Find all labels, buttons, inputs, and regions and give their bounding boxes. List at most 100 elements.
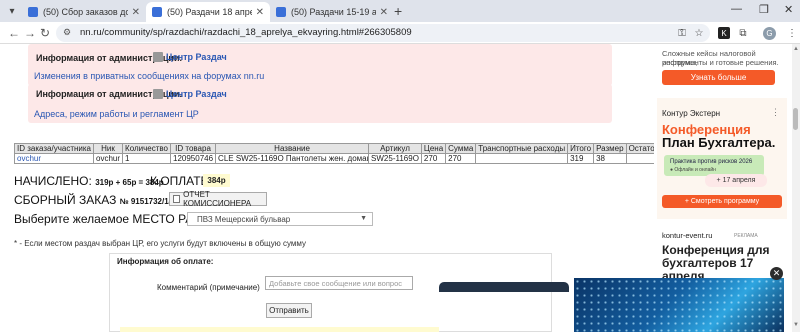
- table-row: ovchur ovchur 1 120950746 CLE SW25-1169О…: [13, 153, 654, 164]
- column-header: Ник: [93, 143, 124, 154]
- column-header: Сумма: [445, 143, 477, 154]
- tab-strip: ▾ (50) Сбор заказов до 15.05. Де ✕ (50) …: [0, 0, 800, 22]
- more-options-icon[interactable]: ⋮: [771, 107, 780, 118]
- tab-title: (50) Раздачи 18 апреля. ЭКВАЙ: [167, 7, 252, 17]
- back-arrow-icon[interactable]: ←: [8, 26, 20, 40]
- comment-placeholder: Добавьте свое сообщение или вопрос: [269, 278, 402, 288]
- pickup-selected-value: ПВЗ Мещерский бульвар: [197, 214, 291, 224]
- column-header: Остаток у Орга: [625, 143, 654, 154]
- order-label: СБОРНЫЙ ЗАКАЗ: [14, 193, 117, 207]
- pickup-select[interactable]: ПВЗ Мещерский бульвар ▼: [187, 212, 373, 226]
- key-icon[interactable]: ⚿: [676, 27, 688, 39]
- ad-theme-pill: Практика против рисков 2026 ● Офлайн и о…: [664, 155, 764, 176]
- column-header: Итого: [567, 143, 595, 154]
- video-frame: [574, 278, 784, 332]
- column-header: Название: [215, 143, 370, 154]
- forward-arrow-icon[interactable]: →: [24, 26, 36, 40]
- table-cell: 120950746: [169, 153, 217, 164]
- notice-message-link[interactable]: Адреса, режим работы и регламент ЦР: [34, 109, 199, 119]
- chevron-down-icon: ▼: [360, 215, 367, 222]
- window-close-icon[interactable]: ✕: [784, 3, 793, 16]
- order-id-link[interactable]: ovchur: [13, 153, 95, 164]
- tab-distributions-apr18[interactable]: (50) Раздачи 18 апреля. ЭКВАЙ ✕: [146, 2, 270, 22]
- close-icon[interactable]: ✕: [132, 7, 140, 18]
- table-cell: 1: [122, 153, 171, 164]
- address-bar[interactable]: ⚙ nn.ru/community/sp/razdachi/razdachi_1…: [56, 24, 710, 42]
- commissioner-report-button[interactable]: ОТЧЕТ КОМИССИОНЕРА: [169, 190, 267, 208]
- comment-input[interactable]: Добавьте свое сообщение или вопрос: [265, 276, 413, 290]
- admin-notice-1: Информация от администрации. Центр Разда…: [28, 44, 612, 86]
- document-icon: [173, 195, 181, 203]
- browser-toolbar: ← → ↻ ⚙ nn.ru/community/sp/razdachi/razd…: [0, 22, 800, 44]
- pickup-note: * - Если местом раздач выбран ЦР, его ус…: [14, 239, 306, 248]
- scroll-thumb[interactable]: [793, 108, 798, 130]
- scroll-up-icon[interactable]: ▲: [792, 46, 800, 52]
- dark-strip: [439, 282, 569, 292]
- column-header: Артикул: [368, 143, 422, 154]
- tab-title: (50) Раздачи 15-19 апреля. Ме: [291, 7, 376, 17]
- site-favicon-icon: [28, 7, 38, 17]
- extension-k-icon[interactable]: K: [718, 27, 730, 39]
- extensions-puzzle-icon[interactable]: ⧉: [737, 27, 749, 39]
- floating-video-ad[interactable]: [574, 278, 784, 332]
- column-header: Количество: [122, 143, 171, 154]
- column-header: ID товара: [169, 143, 217, 154]
- reload-icon[interactable]: ↻: [40, 26, 50, 40]
- table-header-row: ID заказа/участника Ник Количество ID то…: [13, 143, 654, 154]
- table-cell: 38: [593, 153, 627, 164]
- column-header: Транспортные расходы: [475, 143, 569, 154]
- tab-distributions-apr15-19[interactable]: (50) Раздачи 15-19 апреля. Ме ✕: [270, 2, 394, 22]
- profile-avatar[interactable]: G: [763, 27, 776, 40]
- ad-title-line-2: План Бухгалтера.: [662, 135, 776, 150]
- minimize-icon[interactable]: —: [731, 3, 742, 15]
- url-text: nn.ru/community/sp/razdachi/razdachi_18_…: [80, 27, 412, 38]
- table-cell: 319: [567, 153, 595, 164]
- charged-label: НАЧИСЛЕНО:: [14, 174, 92, 188]
- table-cell: ovchur: [93, 153, 124, 164]
- tab-title: (50) Сбор заказов до 15.05. Де: [43, 7, 128, 17]
- payment-title: Информация об оплате:: [117, 257, 214, 266]
- notice-message-link[interactable]: Изменения в приватных сообщениях на фору…: [34, 71, 264, 81]
- promo-text: инструменты и готовые решения.: [662, 58, 779, 67]
- pill-title: Практика против рисков 2026: [670, 159, 753, 165]
- table-cell: [625, 153, 654, 164]
- close-icon[interactable]: ✕: [380, 7, 388, 18]
- info-strip: [120, 327, 439, 332]
- tab-search-icon[interactable]: ▾: [4, 3, 20, 19]
- table-cell: CLE SW25-1169О Пантолеты жен. домаш. Сёр…: [215, 153, 370, 164]
- table-cell: 270: [445, 153, 477, 164]
- table-cell: SW25-1169О: [368, 153, 422, 164]
- payment-info-panel: Информация об оплате: Комментарий (приме…: [109, 253, 552, 332]
- menu-dots-icon[interactable]: ⋮: [786, 27, 798, 39]
- learn-more-button[interactable]: Узнать больше: [662, 70, 775, 85]
- close-icon[interactable]: ✕: [770, 267, 783, 280]
- maximize-icon[interactable]: ❐: [759, 3, 769, 16]
- table-cell: 270: [420, 153, 447, 164]
- notice-sender-link[interactable]: Центр Раздач: [166, 89, 227, 99]
- site-favicon-icon: [276, 7, 286, 17]
- view-program-button[interactable]: + Смотреть программу: [662, 195, 782, 208]
- ad-source-link[interactable]: kontur-event.ru: [662, 231, 712, 240]
- charged-line: НАЧИСЛЕНО: 319р + 65р = 384р: [14, 174, 164, 188]
- site-favicon-icon: [152, 7, 162, 17]
- column-header: ID заказа/участника: [13, 143, 95, 154]
- admin-notice-2: Информация от администрации. Центр Разда…: [28, 84, 612, 123]
- tab-orders[interactable]: (50) Сбор заказов до 15.05. Де ✕: [22, 2, 146, 22]
- ad-date-pill: + 17 апреля: [705, 174, 767, 187]
- send-button[interactable]: Отправить: [266, 303, 312, 318]
- close-icon[interactable]: ✕: [256, 7, 264, 18]
- user-avatar-icon: [153, 52, 163, 62]
- new-tab-plus-icon[interactable]: +: [394, 3, 402, 19]
- scroll-down-icon[interactable]: ▼: [792, 322, 800, 328]
- table-cell: [475, 153, 569, 164]
- column-header: Цена: [420, 143, 447, 154]
- orders-table: ID заказа/участника Ник Количество ID то…: [13, 143, 654, 164]
- user-avatar-icon: [153, 89, 163, 99]
- kontur-logo: Контур Экстерн: [662, 109, 721, 118]
- bookmark-star-icon[interactable]: ☆: [693, 27, 705, 39]
- notice-sender-link[interactable]: Центр Раздач: [166, 52, 227, 62]
- ad-marker: РЕКЛАМА: [734, 233, 758, 239]
- site-info-icon[interactable]: ⚙: [63, 27, 71, 38]
- page-scrollbar[interactable]: ▲ ▼: [792, 44, 800, 332]
- order-line: СБОРНЫЙ ЗАКАЗ № 9151732/14124: [14, 193, 186, 207]
